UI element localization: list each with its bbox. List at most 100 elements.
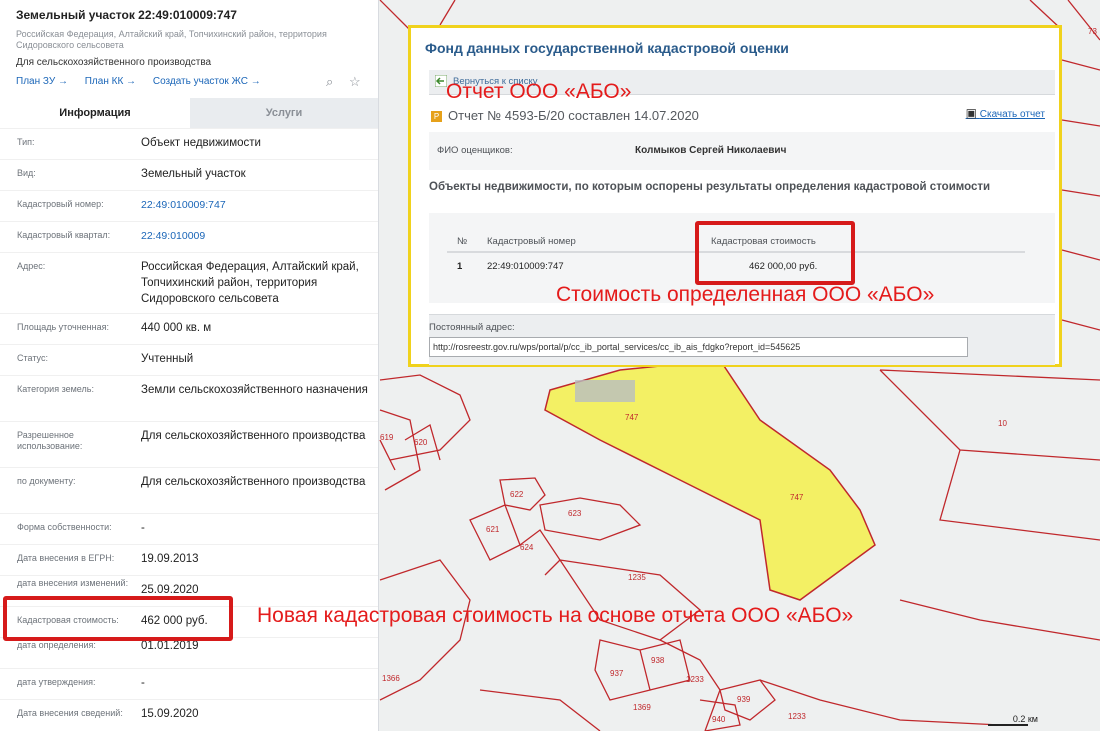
download-report-label[interactable]: Скачать отчет	[980, 109, 1045, 120]
row-ownership: Форма собственности: -	[0, 513, 378, 544]
row-label: Площадь уточненная:	[17, 322, 109, 332]
cadastral-quarter-link[interactable]: 22:49:010009	[141, 228, 371, 244]
row-info-date: Дата внесения сведений: 15.09.2020	[0, 699, 378, 730]
row-value: Земли сельскохозяйственного назначения	[141, 384, 368, 396]
row-label: Кадастровый номер:	[17, 199, 104, 209]
row-label: дата утверждения:	[17, 677, 96, 687]
appraisers-block: ФИО оценщиков: Колмыков Сергей Николаеви…	[429, 132, 1055, 170]
download-report-link[interactable]: ▣ Скачать отчет	[966, 106, 1045, 120]
row-value: Объект недвижимости	[141, 137, 261, 149]
map-label-73: 73	[1088, 27, 1097, 36]
map-label-624: 624	[520, 543, 534, 552]
annotation-report: Отчет ООО «АБО»	[446, 80, 632, 103]
table-header-number: №	[457, 236, 468, 247]
map-scale-bar	[988, 724, 1028, 726]
tab-services[interactable]: Услуги	[190, 98, 378, 128]
plan-kk-link[interactable]: План КК →	[85, 76, 136, 87]
row-permitted-use: Разрешенное использование: Для сельскохо…	[0, 421, 378, 467]
map-label-1369: 1369	[633, 703, 651, 712]
row-label: Разрешенное использование:	[17, 430, 83, 451]
annotation-cost: Стоимость определенная ООО «АБО»	[556, 283, 935, 306]
map-label-937: 937	[610, 669, 624, 678]
row-by-document: по документу: Для сельскохозяйственного …	[0, 467, 378, 513]
row-status: Статус: Учтенный	[0, 344, 378, 375]
row-cadastral-number: Кадастровый номер: 22:49:010009:747	[0, 190, 378, 221]
row-label: Дата внесения сведений:	[17, 708, 123, 718]
row-label: Дата внесения в ЕГРН:	[17, 553, 115, 563]
row-value: Для сельскохозяйственного производства	[141, 430, 366, 442]
row-value: 15.09.2020	[141, 708, 199, 720]
save-icon: ▣	[965, 106, 977, 120]
create-plot-link[interactable]: Создать участок ЖС →	[153, 76, 261, 87]
map-label-619: 619	[380, 433, 394, 442]
map-label-623: 623	[568, 509, 582, 518]
row-label: дата внесения изменений:	[17, 578, 129, 588]
row-label: Кадастровый квартал:	[17, 230, 111, 240]
permanent-address-input[interactable]	[429, 337, 968, 357]
row-kind: Вид: Земельный участок	[0, 159, 378, 190]
row-label: Категория земель:	[17, 384, 94, 394]
cadastral-number-link[interactable]: 22:49:010009:747	[141, 197, 371, 213]
appraisers-label: ФИО оценщиков:	[437, 145, 513, 156]
row-label: Тип:	[17, 137, 35, 147]
row-label: Статус:	[17, 353, 48, 363]
row-approval-date: дата утверждения: -	[0, 668, 378, 699]
map-label-1235: 1235	[628, 573, 646, 582]
row-label: дата определения:	[17, 640, 96, 650]
row-value: -	[141, 677, 145, 689]
row-address: Адрес: Российская Федерация, Алтайский к…	[0, 252, 378, 313]
object-address-small: Российская Федерация, Алтайский край, То…	[16, 29, 327, 50]
map-label-1233-a: 1233	[686, 675, 704, 684]
row-label: Форма собственности:	[17, 522, 112, 532]
row-type: Тип: Объект недвижимости	[0, 128, 378, 159]
report-title: Отчет № 4593-Б/20 составлен 14.07.2020	[448, 108, 699, 123]
map-label-621: 621	[486, 525, 500, 534]
star-icon[interactable]: ☆	[349, 74, 361, 90]
map-label-938: 938	[651, 656, 665, 665]
map-label-10: 10	[998, 419, 1007, 428]
row-label: по документу:	[17, 476, 76, 486]
map-label-622: 622	[510, 490, 524, 499]
row-determination-date: дата определения: 01.01.2019	[0, 637, 378, 668]
map-label-1233-b: 1233	[788, 712, 806, 721]
row-value: -	[141, 522, 145, 534]
annotation-new-cost: Новая кадастровая стоимость на основе от…	[257, 604, 854, 627]
permanent-address-block: Постоянный адрес:	[429, 314, 1055, 365]
map-label-940: 940	[712, 715, 726, 724]
object-purpose: Для сельскохозяйственного производства	[16, 57, 212, 68]
report-heading: P Отчет № 4593-Б/20 составлен 14.07.2020	[431, 108, 699, 123]
table-header-cadastral-number: Кадастровый номер	[487, 236, 576, 247]
row-area: Площадь уточненная: 440 000 кв. м	[0, 313, 378, 344]
find-on-map-icon[interactable]: ⌕	[326, 74, 333, 90]
plan-zu-link[interactable]: План ЗУ →	[16, 76, 68, 87]
row-value: 19.09.2013	[141, 553, 199, 565]
map-scale-label: 0.2 км	[1012, 714, 1038, 724]
permanent-address-label: Постоянный адрес:	[429, 322, 515, 333]
row-label: Адрес:	[17, 261, 46, 271]
objects-heading: Объекты недвижимости, по которым оспорен…	[429, 181, 991, 193]
tab-information[interactable]: Информация	[0, 98, 190, 130]
row-value: Учтенный	[141, 353, 194, 365]
object-links: План ЗУ → План КК → Создать участок ЖС →…	[16, 74, 362, 94]
appraisers-value: Колмыков Сергей Николаевич	[635, 145, 787, 156]
cost-highlight-box	[3, 596, 233, 641]
report-badge-icon: P	[431, 111, 442, 122]
table-cell-number: 1	[457, 261, 463, 272]
map-label-1366: 1366	[382, 674, 400, 683]
row-egrn-date: Дата внесения в ЕГРН: 19.09.2013	[0, 544, 378, 575]
row-cadastral-quarter: Кадастровый квартал: 22:49:010009	[0, 221, 378, 252]
valuation-report-popup: Фонд данных государственной кадастровой …	[408, 25, 1062, 367]
row-label: Вид:	[17, 168, 36, 178]
map-label-747-a: 747	[625, 413, 639, 422]
row-value: Земельный участок	[141, 168, 246, 180]
map-label-939: 939	[737, 695, 751, 704]
popup-title: Фонд данных государственной кадастровой …	[425, 40, 789, 56]
object-title: Земельный участок 22:49:010009:747	[16, 8, 237, 22]
popup-cost-highlight-box	[695, 221, 855, 285]
row-land-category: Категория земель: Земли сельскохозяйстве…	[0, 375, 378, 421]
row-value: 440 000 кв. м	[141, 322, 212, 334]
row-value: Для сельскохозяйственного производства	[141, 476, 366, 488]
map-label-747-b: 747	[790, 493, 804, 502]
map-label-620: 620	[414, 438, 428, 447]
table-cell-cadastral-number: 22:49:010009:747	[487, 261, 564, 272]
